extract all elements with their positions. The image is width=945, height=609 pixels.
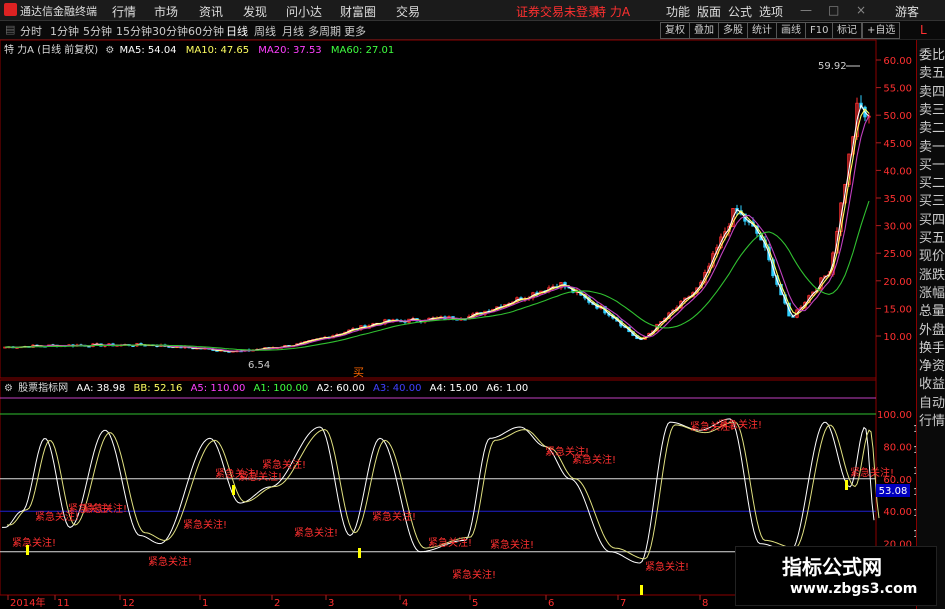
price-tick-label: 25.00 [883, 249, 912, 260]
price-tick-label: 55.00 [883, 84, 912, 95]
side-panel-item[interactable]: 现价 [919, 245, 945, 264]
price-tick-label: 20.00 [883, 277, 912, 288]
date-tick-label: 4 [402, 598, 408, 609]
side-panel-item[interactable]: 买五 [919, 227, 945, 246]
side-panel-toggle[interactable]: L [920, 23, 927, 37]
date-tick-label: 2 [274, 598, 280, 609]
date-tick-label: 6 [548, 598, 554, 609]
indicator-tick-label: 80.00 [883, 442, 912, 453]
param-a4: A4: 15.00 [429, 383, 479, 394]
signal-marker [232, 485, 235, 495]
side-panel-item[interactable]: 委比 [919, 44, 945, 63]
signal-label: 紧急关注! [428, 536, 472, 549]
watermark-url: www.zbgs3.com [790, 581, 918, 597]
side-panel-item[interactable]: 买二 [919, 172, 945, 191]
side-panel-item[interactable]: 涨跌 [919, 264, 945, 283]
indicator-info-line: ⚙ 股票指标网 AA: 38.98 BB: 52.16 A5: 110.00 A… [0, 379, 529, 394]
param-aa: AA: 38.98 [76, 383, 126, 394]
price-tick-label: 45.00 [883, 139, 912, 150]
side-panel-item[interactable]: 涨幅 [919, 282, 945, 301]
side-panel-item[interactable]: 卖二 [919, 117, 945, 136]
ma10-label: MA10: 47.65 [185, 45, 250, 56]
side-panel-item[interactable]: 买三 [919, 190, 945, 209]
signal-label: 紧急关注! [83, 502, 127, 515]
signal-label: 紧急关注! [238, 470, 282, 483]
param-a2: A2: 60.00 [316, 383, 365, 394]
side-panel-item[interactable]: 卖三 [919, 99, 945, 118]
main-panel-frame [0, 39, 877, 379]
side-panel-item[interactable]: 净资 [919, 355, 945, 374]
signal-label: 紧急关注! [718, 418, 762, 431]
date-tick-label: 1 [202, 598, 208, 609]
param-a1: A1: 100.00 [253, 383, 309, 394]
side-panel-item[interactable]: 换手 [919, 337, 945, 356]
ma20-label: MA20: 37.53 [258, 45, 322, 56]
signal-label: 紧急关注! [645, 560, 689, 573]
signal-label: 紧急关注! [183, 518, 227, 531]
price-tick-label: 50.00 [883, 111, 912, 122]
watermark-title: 指标公式网 [782, 555, 882, 579]
signal-label: 紧急关注! [262, 458, 306, 471]
side-panel-item[interactable]: 总量 [919, 300, 945, 319]
ma60-line [4, 200, 870, 351]
signal-marker [845, 480, 848, 490]
price-tick-label: 30.00 [883, 222, 912, 233]
signal-marker [358, 548, 361, 558]
ma20-line [4, 115, 870, 352]
indicator-tick-label: 40.00 [883, 507, 912, 518]
date-tick-label: 8 [702, 598, 708, 609]
ma10-line [4, 108, 870, 352]
side-panel-item[interactable]: 买四 [919, 209, 945, 228]
price-tick-label: 15.00 [883, 304, 912, 315]
indicator-name[interactable]: 股票指标网 [18, 383, 68, 394]
date-tick-label: 5 [472, 598, 478, 609]
side-panel-item[interactable]: 卖一 [919, 136, 945, 155]
date-tick-label: 12 [122, 598, 135, 609]
price-low-label: 6.54 [248, 360, 270, 371]
price-tick-label: 40.00 [883, 166, 912, 177]
ma5-line [4, 103, 870, 353]
signal-label: 紧急关注! [850, 466, 894, 479]
date-tick-label: 7 [620, 598, 626, 609]
side-panel-item[interactable]: 买一 [919, 154, 945, 173]
settings-gear-icon[interactable]: ⚙ [105, 45, 114, 56]
stock-period-label: 特 力A (日线 前复权) [4, 45, 99, 56]
date-tick-label: 3 [328, 598, 334, 609]
side-panel-item[interactable]: 行情 [919, 410, 945, 429]
current-value-text: 53.08 [879, 486, 908, 497]
main-info-line: 特 力A (日线 前复权) ⚙ MA5: 54.04 MA10: 47.65 M… [0, 41, 395, 56]
indicator-tick-label: 100.00 [877, 410, 912, 421]
param-a3: A3: 40.00 [373, 383, 422, 394]
signal-label: 紧急关注! [572, 453, 616, 466]
price-high-label: 59.92 [818, 61, 847, 72]
price-tick-label: 35.00 [883, 194, 912, 205]
ma5-label: MA5: 54.04 [119, 45, 177, 56]
param-bb: BB: 52.16 [133, 383, 183, 394]
ma60-label: MA60: 27.01 [330, 45, 395, 56]
signal-label: 紧急关注! [452, 568, 496, 581]
signal-marker [26, 545, 29, 555]
price-tick-label: 10.00 [883, 332, 912, 343]
buy-marker: 买 [353, 366, 364, 379]
side-panel-item[interactable]: 收益 [919, 373, 945, 392]
signal-label: 紧急关注! [148, 555, 192, 568]
signal-label: 紧急关注! [12, 536, 56, 549]
chart-canvas[interactable]: 60.00 55.00 50.00 45.00 40.00 35.00 30.00 25.00… [0, 0, 945, 609]
param-a6: A6: 1.00 [486, 383, 529, 394]
side-panel-item[interactable]: 卖四 [919, 81, 945, 100]
indicator-gear-icon[interactable]: ⚙ [4, 383, 13, 394]
price-tick-label: 60.00 [883, 56, 912, 67]
side-panel-item[interactable]: 外盘 [919, 319, 945, 338]
date-tick-label: 11 [57, 598, 70, 609]
param-a5: A5: 110.00 [190, 383, 246, 394]
signal-label: 紧急关注! [490, 538, 534, 551]
signal-label: 紧急关注! [372, 510, 416, 523]
side-panel-item[interactable]: 自动 [919, 392, 945, 411]
side-panel-item[interactable]: 卖五 [919, 62, 945, 81]
signal-marker [640, 585, 643, 595]
signal-label: 紧急关注! [294, 526, 338, 539]
date-tick-label: 2014年 [10, 596, 45, 609]
